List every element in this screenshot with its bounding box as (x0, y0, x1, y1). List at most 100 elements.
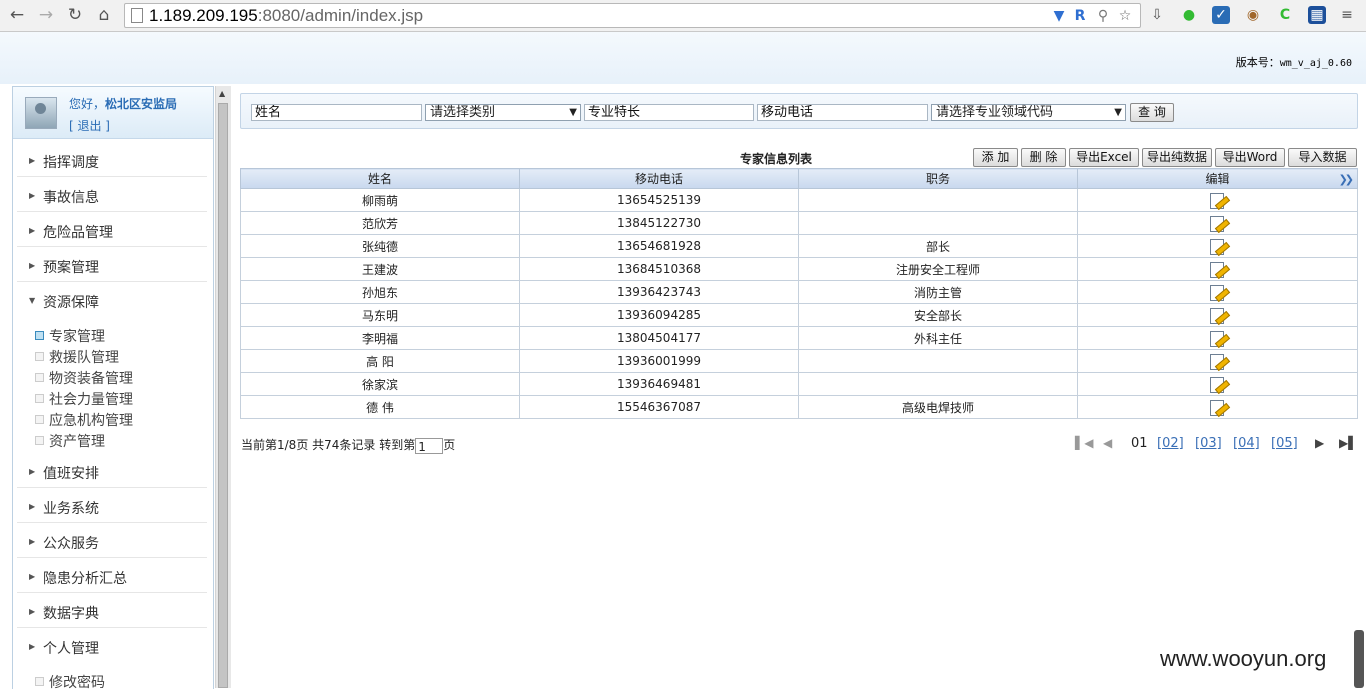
export-pure-button[interactable]: 导出纯数据 (1142, 148, 1212, 167)
chevron-right-icon: ▶ (29, 226, 36, 235)
dropdown-arrow-icon: ▼ (1114, 107, 1122, 118)
c-icon[interactable]: C (1276, 6, 1294, 24)
query-button[interactable]: 查 询 (1130, 103, 1174, 122)
menu-hazmat[interactable]: ▶ 危险品管理 (17, 216, 207, 247)
cell-title: 注册安全工程师 (798, 257, 1078, 281)
column-header-title[interactable]: 职务 (798, 168, 1078, 189)
cell-title: 部长 (798, 234, 1078, 258)
current-page: 01 (1131, 436, 1148, 451)
menu-command[interactable]: ▶ 指挥调度 (17, 146, 207, 177)
specialty-input[interactable]: 专业特长 (584, 104, 754, 121)
key-icon[interactable]: ⚲ (1095, 8, 1111, 24)
import-button[interactable]: 导入数据 (1288, 148, 1357, 167)
sidebar-scrollbar[interactable]: ▲ (215, 86, 231, 688)
column-header-name[interactable]: 姓名 (240, 168, 520, 189)
scroll-up-icon[interactable]: ▲ (219, 89, 225, 98)
menu-plan[interactable]: ▶ 预案管理 (17, 251, 207, 282)
edit-icon[interactable] (1210, 284, 1231, 303)
delete-button[interactable]: 删 除 (1021, 148, 1066, 167)
table-row[interactable]: 柳雨萌 13654525139 (240, 188, 1358, 212)
download-icon[interactable]: ⇩ (1148, 6, 1166, 24)
edit-icon[interactable] (1210, 238, 1231, 257)
add-button[interactable]: 添 加 (973, 148, 1018, 167)
cell-name: 李明福 (240, 326, 520, 350)
edit-icon[interactable] (1210, 192, 1231, 211)
next-page-icon[interactable]: ▶ (1315, 436, 1324, 450)
domain-select[interactable]: 请选择专业领域代码 ▼ (931, 104, 1126, 121)
name-input[interactable]: 姓名 (251, 104, 422, 121)
sub-item-label: 专家管理 (49, 329, 105, 345)
page-jump-input[interactable]: 1 (415, 437, 444, 454)
table-row[interactable]: 高 阳 13936001999 (240, 349, 1358, 373)
first-page-icon[interactable]: ▌◀ (1075, 436, 1093, 450)
export-word-button[interactable]: 导出Word (1215, 148, 1285, 167)
category-select[interactable]: 请选择类别 ▼ (425, 104, 581, 121)
sub-item-assets[interactable]: 资产管理 (33, 430, 203, 450)
page-link[interactable]: [04] (1233, 436, 1260, 451)
menu-label: 业务系统 (43, 501, 99, 517)
logout-link[interactable]: [ 退出 ] (69, 117, 110, 134)
edit-icon[interactable] (1210, 330, 1231, 349)
chevron-right-icon: ▶ (29, 156, 36, 165)
reload-icon[interactable]: ↻ (64, 5, 86, 25)
table-row[interactable]: 张纯德 13654681928 部长 (240, 234, 1358, 258)
version-caption: 版本号： (1235, 56, 1280, 69)
back-icon[interactable]: ← (6, 5, 28, 25)
edit-icon[interactable] (1210, 399, 1231, 418)
forward-icon[interactable]: → (35, 5, 57, 25)
edit-icon[interactable] (1210, 307, 1231, 326)
table-row[interactable]: 德 伟 15546367087 高级电焊技师 (240, 395, 1358, 419)
translate-icon[interactable]: R (1072, 8, 1088, 24)
menu-resources[interactable]: ▼ 资源保障 (17, 286, 207, 316)
menu-personal[interactable]: ▶ 个人管理 (17, 632, 207, 662)
edit-icon[interactable] (1210, 353, 1231, 372)
table-row[interactable]: 王建波 13684510368 注册安全工程师 (240, 257, 1358, 281)
home-icon[interactable]: ⌂ (93, 5, 115, 25)
edit-icon[interactable] (1210, 215, 1231, 234)
table-row[interactable]: 马东明 13936094285 安全部长 (240, 303, 1358, 327)
page-link[interactable]: [02] (1157, 436, 1184, 451)
page-link[interactable]: [05] (1271, 436, 1298, 451)
menu-label: 公众服务 (43, 536, 99, 552)
sub-item-equipment[interactable]: 物资装备管理 (33, 367, 203, 387)
export-excel-button[interactable]: 导出Excel (1069, 148, 1139, 167)
scroll-thumb[interactable] (218, 103, 228, 688)
weibo-icon[interactable]: ✓ (1212, 6, 1230, 24)
menu-hazard-analysis[interactable]: ▶ 隐患分析汇总 (17, 562, 207, 593)
menu-dictionary[interactable]: ▶ 数据字典 (17, 597, 207, 628)
sub-item-agency[interactable]: 应急机构管理 (33, 409, 203, 429)
sub-item-social-force[interactable]: 社会力量管理 (33, 388, 203, 408)
cell-phone: 13845122730 (519, 211, 799, 235)
shield-icon[interactable]: ▼ (1051, 8, 1067, 24)
column-header-phone[interactable]: 移动电话 (519, 168, 799, 189)
phone-input[interactable]: 移动电话 (757, 104, 928, 121)
table-row[interactable]: 孙旭东 13936423743 消防主管 (240, 280, 1358, 304)
edit-icon[interactable] (1210, 376, 1231, 395)
chevron-down-icon: ▼ (29, 296, 36, 305)
cookie-icon[interactable]: ◉ (1244, 6, 1262, 24)
table-row[interactable]: 范欣芳 13845122730 (240, 211, 1358, 235)
chevron-right-icon: ▶ (29, 642, 36, 651)
menu-accident[interactable]: ▶ 事故信息 (17, 181, 207, 212)
sub-item-rescue-team[interactable]: 救援队管理 (33, 346, 203, 366)
prev-page-icon[interactable]: ◀ (1103, 436, 1112, 450)
address-bar[interactable]: 1.189.209.195:8080/admin/index.jsp ▼ R ⚲… (124, 3, 1141, 28)
url-text[interactable]: 1.189.209.195:8080/admin/index.jsp (149, 6, 423, 26)
star-icon[interactable]: ☆ (1117, 8, 1133, 24)
table-row[interactable]: 徐家滨 13936469481 (240, 372, 1358, 396)
double-chevron-right-icon[interactable]: ❯❯ (1339, 173, 1355, 186)
page-link[interactable]: [03] (1195, 436, 1222, 451)
edit-icon[interactable] (1210, 261, 1231, 280)
sub-item-expert[interactable]: 专家管理 (33, 325, 203, 345)
menu-duty[interactable]: ▶ 值班安排 (17, 457, 207, 488)
menu-business[interactable]: ▶ 业务系统 (17, 492, 207, 523)
sub-item-change-password[interactable]: 修改密码 (33, 671, 203, 689)
chart-ext-icon[interactable]: ▦ (1308, 6, 1326, 24)
table-row[interactable]: 李明福 13804504177 外科主任 (240, 326, 1358, 350)
menu-public[interactable]: ▶ 公众服务 (17, 527, 207, 558)
record-icon[interactable]: ● (1180, 6, 1198, 24)
menu-label: 隐患分析汇总 (43, 571, 127, 587)
column-header-edit[interactable]: 编辑 ❯❯ (1077, 168, 1358, 189)
menu-icon[interactable]: ≡ (1338, 6, 1356, 24)
last-page-icon[interactable]: ▶▌ (1339, 436, 1357, 450)
